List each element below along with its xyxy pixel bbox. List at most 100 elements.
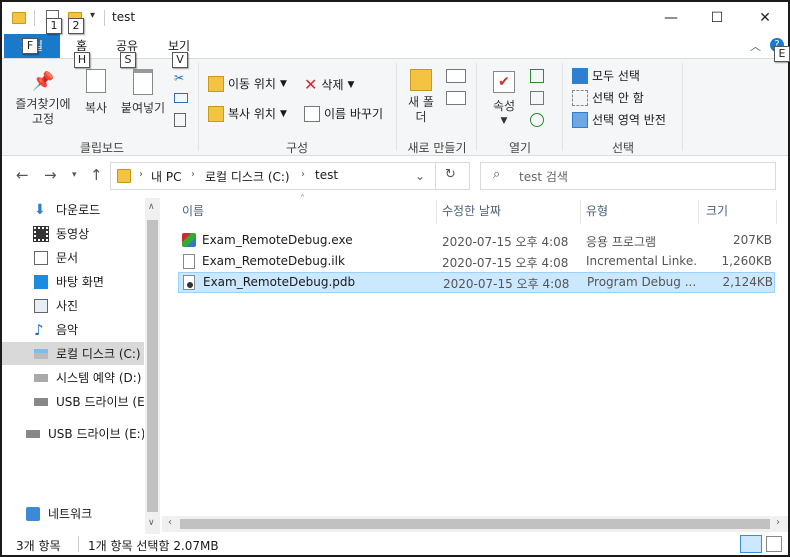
breadcrumb-local-disk[interactable]: 로컬 디스크 (C:) xyxy=(205,168,290,185)
select-all-button[interactable]: 모두 선택 xyxy=(572,67,640,84)
select-none-label: 선택 안 함 xyxy=(592,91,644,105)
pin-quick-access-button[interactable]: 📌 즐겨찾기에 고정 xyxy=(10,67,76,127)
refresh-icon[interactable]: ↻ xyxy=(445,167,456,182)
history-icon[interactable] xyxy=(530,113,544,127)
explorer-window: 1 2 ▾ test — ☐ ✕ 파일 F 홈 H 공유 S 보기 V ︿ ? … xyxy=(0,0,790,557)
horizontal-scrollbar[interactable]: ‹ › xyxy=(162,516,788,532)
recent-locations-chevron-icon[interactable]: ▾ xyxy=(72,170,77,180)
up-arrow-icon[interactable]: ↑ xyxy=(90,166,103,184)
column-divider[interactable] xyxy=(580,200,581,224)
search-box[interactable]: ⌕ test 검색 xyxy=(480,162,776,190)
copy-button[interactable]: 복사 xyxy=(80,67,112,116)
sidebar-item-usb-e-root[interactable]: USB 드라이브 (E:) xyxy=(2,422,144,445)
sidebar-item-desktop[interactable]: 바탕 화면 xyxy=(2,270,144,293)
select-none-button[interactable]: 선택 안 함 xyxy=(572,89,644,106)
qat-dropdown-icon[interactable]: ▾ xyxy=(90,10,95,21)
properties-check-icon: ✔ xyxy=(493,71,515,93)
navigation-bar: ← → ▾ ↑ › 내 PC › 로컬 디스크 (C:) › test ⌄ ↻ … xyxy=(2,156,788,198)
table-row[interactable]: Exam_RemoteDebug.exe 2020-07-15 오후 4:08 … xyxy=(178,230,775,251)
easy-access-icon[interactable] xyxy=(446,91,466,105)
minimize-button[interactable]: — xyxy=(648,2,694,34)
details-view-icon[interactable] xyxy=(740,535,762,553)
usb-drive-icon xyxy=(34,397,48,406)
breadcrumb-test[interactable]: test xyxy=(315,168,338,182)
sidebar-item-system-reserved-d[interactable]: 시스템 예약 (D:) xyxy=(2,366,144,389)
breadcrumb-pc[interactable]: 내 PC xyxy=(151,168,181,185)
sidebar-item-pictures[interactable]: 사진 xyxy=(2,294,144,317)
cut-icon[interactable]: ✂ xyxy=(174,71,184,85)
forward-arrow-icon[interactable]: → xyxy=(44,166,57,184)
sidebar-item-local-disk-c[interactable]: 로컬 디스크 (C:) xyxy=(2,342,144,365)
sidebar-item-videos[interactable]: 동영상 xyxy=(2,222,144,245)
music-note-icon: ♪ xyxy=(34,320,44,339)
sidebar-item-label: 문서 xyxy=(56,251,79,265)
column-header-size[interactable]: 크기 xyxy=(706,202,728,219)
scroll-down-icon[interactable]: ∨ xyxy=(148,518,155,528)
select-all-icon xyxy=(572,67,588,84)
divider xyxy=(34,10,35,26)
scrollbar-thumb[interactable] xyxy=(147,220,158,512)
sidebar-scrollbar[interactable]: ∧ ∨ xyxy=(145,198,160,534)
new-folder-button[interactable]: 새 폴더 xyxy=(402,67,440,125)
breadcrumb-chevron-icon[interactable]: › xyxy=(139,169,143,180)
file-size: 2,124KB xyxy=(722,275,773,289)
table-row[interactable]: Exam_RemoteDebug.ilk 2020-07-15 오후 4:08 … xyxy=(178,251,775,272)
invert-selection-button[interactable]: 선택 영역 반전 xyxy=(572,111,666,128)
scroll-right-icon[interactable]: › xyxy=(776,517,780,528)
copy-folder-icon xyxy=(208,105,224,122)
sidebar-item-network[interactable]: 네트워크 xyxy=(2,502,144,525)
delete-x-icon: ✕ xyxy=(304,75,318,94)
table-row[interactable]: Exam_RemoteDebug.pdb 2020-07-15 오후 4:08 … xyxy=(178,272,775,293)
properties-button[interactable]: ✔ 속성 ▼ xyxy=(486,67,522,129)
breadcrumb-chevron-icon[interactable]: › xyxy=(301,169,305,180)
back-arrow-icon[interactable]: ← xyxy=(16,166,29,184)
collapse-ribbon-icon[interactable]: ︿ xyxy=(750,38,761,54)
file-size: 207KB xyxy=(732,233,772,247)
paste-button[interactable]: 붙여넣기 xyxy=(118,67,168,116)
sidebar-item-documents[interactable]: 문서 xyxy=(2,246,144,269)
column-divider[interactable] xyxy=(698,200,699,224)
file-name: Exam_RemoteDebug.pdb xyxy=(203,275,356,289)
sidebar-item-label: 동영상 xyxy=(56,227,90,241)
organize-group-label: 구성 xyxy=(285,141,309,155)
select-all-label: 모두 선택 xyxy=(592,69,640,83)
close-button[interactable]: ✕ xyxy=(742,2,788,34)
column-divider[interactable] xyxy=(436,200,437,224)
group-divider xyxy=(562,63,563,151)
keytip-qat1: 1 xyxy=(46,18,62,34)
sidebar-item-usb-e[interactable]: USB 드라이브 (E:) xyxy=(2,390,144,413)
scroll-left-icon[interactable]: ‹ xyxy=(168,517,172,528)
sidebar-item-downloads[interactable]: ⬇ 다운로드 xyxy=(2,198,144,221)
address-dropdown-chevron-icon[interactable]: ⌄ xyxy=(415,169,425,183)
breadcrumb-chevron-icon[interactable]: › xyxy=(191,169,195,180)
keytip-view: V xyxy=(172,52,188,68)
sidebar-item-music[interactable]: ♪ 음악 xyxy=(2,318,144,341)
pin-label: 즐겨찾기에 고정 xyxy=(15,97,71,126)
file-type: Program Debug ... xyxy=(587,275,697,289)
address-bar[interactable]: › 내 PC › 로컬 디스크 (C:) › test ⌄ ↻ xyxy=(110,162,470,190)
edit-icon[interactable] xyxy=(530,91,544,105)
move-to-label: 이동 위치 xyxy=(228,77,276,91)
delete-button[interactable]: ✕ 삭제 ▼ xyxy=(304,75,354,94)
paste-shortcut-icon[interactable] xyxy=(174,113,186,127)
column-divider[interactable] xyxy=(776,200,777,224)
new-folder-label: 새 폴더 xyxy=(408,95,434,124)
column-header-date[interactable]: 수정한 날짜 xyxy=(442,202,501,219)
new-item-icon[interactable] xyxy=(446,69,466,83)
move-to-button[interactable]: 이동 위치 ▼ xyxy=(208,75,287,92)
large-icons-view-icon[interactable] xyxy=(766,536,782,552)
file-date: 2020-07-15 오후 4:08 xyxy=(443,277,570,291)
scrollbar-thumb[interactable] xyxy=(180,519,770,529)
copy-to-button[interactable]: 복사 위치 ▼ xyxy=(208,105,287,122)
exe-app-icon xyxy=(182,233,196,247)
column-header-type[interactable]: 유형 xyxy=(586,202,608,219)
sort-ascending-icon: ˄ xyxy=(300,194,305,205)
scroll-up-icon[interactable]: ∧ xyxy=(148,202,155,212)
column-header-name[interactable]: 이름 xyxy=(182,202,204,219)
rename-button[interactable]: 이름 바꾸기 xyxy=(304,105,383,122)
chevron-down-icon: ▼ xyxy=(279,108,287,119)
keytip-home: H xyxy=(74,52,90,68)
copy-path-icon[interactable] xyxy=(174,93,188,103)
open-icon[interactable] xyxy=(530,69,544,83)
maximize-button[interactable]: ☐ xyxy=(694,2,740,34)
